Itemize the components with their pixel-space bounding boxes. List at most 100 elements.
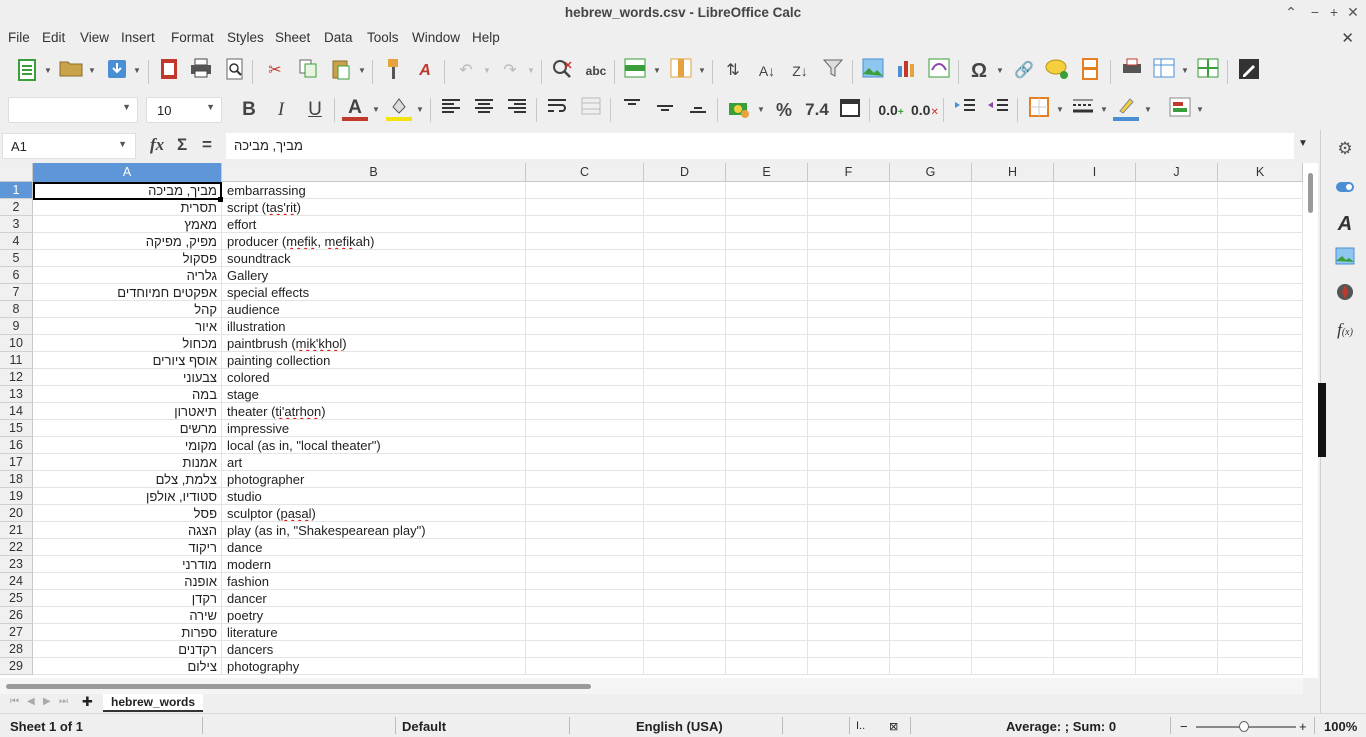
zoom-level[interactable]: 100% xyxy=(1324,719,1357,734)
empty-cell[interactable] xyxy=(1054,454,1136,471)
column-dropdown-icon[interactable]: ▼ xyxy=(698,58,706,84)
empty-cell[interactable] xyxy=(1218,182,1303,199)
autofill-handle[interactable] xyxy=(218,197,223,202)
empty-cell[interactable] xyxy=(890,573,972,590)
empty-cell[interactable] xyxy=(972,590,1054,607)
empty-cell[interactable] xyxy=(808,505,890,522)
empty-cell[interactable] xyxy=(890,471,972,488)
empty-cell[interactable] xyxy=(1054,641,1136,658)
cell-b[interactable]: studio xyxy=(222,488,526,505)
empty-cell[interactable] xyxy=(726,318,808,335)
empty-cell[interactable] xyxy=(1136,199,1218,216)
cell-a[interactable]: רקדן xyxy=(33,590,222,607)
cell-a[interactable]: מרשים xyxy=(33,420,222,437)
cell-a[interactable]: איור xyxy=(33,318,222,335)
empty-cell[interactable] xyxy=(1218,216,1303,233)
empty-cell[interactable] xyxy=(890,318,972,335)
document-modified-icon[interactable]: ⊠ xyxy=(889,720,898,733)
empty-cell[interactable] xyxy=(1136,182,1218,199)
redo-icon[interactable]: ↷ xyxy=(497,58,523,84)
clear-formatting-icon[interactable]: A xyxy=(412,58,438,84)
font-size-combo[interactable]: 10 ▼ xyxy=(146,97,222,123)
cell-a[interactable]: קהל xyxy=(33,301,222,318)
define-print-area-icon[interactable] xyxy=(1119,58,1145,84)
empty-cell[interactable] xyxy=(1218,522,1303,539)
empty-cell[interactable] xyxy=(526,556,644,573)
align-top-icon[interactable] xyxy=(619,97,645,123)
empty-cell[interactable] xyxy=(808,471,890,488)
cell-b[interactable]: sculptor (pasal) xyxy=(222,505,526,522)
percent-format-icon[interactable]: % xyxy=(771,97,797,123)
empty-cell[interactable] xyxy=(726,641,808,658)
empty-cell[interactable] xyxy=(526,641,644,658)
border-style-dropdown-icon[interactable]: ▼ xyxy=(1100,97,1108,123)
empty-cell[interactable] xyxy=(1136,471,1218,488)
empty-cell[interactable] xyxy=(890,522,972,539)
empty-cell[interactable] xyxy=(808,284,890,301)
empty-cell[interactable] xyxy=(972,301,1054,318)
cell-b[interactable]: art xyxy=(222,454,526,471)
empty-cell[interactable] xyxy=(644,403,726,420)
empty-cell[interactable] xyxy=(808,335,890,352)
empty-cell[interactable] xyxy=(890,403,972,420)
cell-a[interactable]: מקומי xyxy=(33,437,222,454)
empty-cell[interactable] xyxy=(526,199,644,216)
copy-icon[interactable] xyxy=(295,58,321,84)
cell-b[interactable]: painting collection xyxy=(222,352,526,369)
freeze-dropdown-icon[interactable]: ▼ xyxy=(1181,58,1189,84)
row-header[interactable]: 6 xyxy=(0,267,33,284)
empty-cell[interactable] xyxy=(972,505,1054,522)
empty-cell[interactable] xyxy=(1136,641,1218,658)
cell-b[interactable]: modern xyxy=(222,556,526,573)
cell-a[interactable]: אופנה xyxy=(33,573,222,590)
row-header[interactable]: 18 xyxy=(0,471,33,488)
empty-cell[interactable] xyxy=(1136,522,1218,539)
empty-cell[interactable] xyxy=(972,539,1054,556)
empty-cell[interactable] xyxy=(890,624,972,641)
empty-cell[interactable] xyxy=(1054,335,1136,352)
empty-cell[interactable] xyxy=(808,403,890,420)
column-header-f[interactable]: F xyxy=(808,163,890,182)
empty-cell[interactable] xyxy=(526,658,644,675)
cell-a[interactable]: מפיק, מפיקה xyxy=(33,233,222,250)
empty-cell[interactable] xyxy=(1218,352,1303,369)
sidebar-settings-icon[interactable]: ⚙ xyxy=(1333,137,1357,161)
empty-cell[interactable] xyxy=(890,437,972,454)
empty-cell[interactable] xyxy=(1218,267,1303,284)
empty-cell[interactable] xyxy=(972,488,1054,505)
column-header-j[interactable]: J xyxy=(1136,163,1218,182)
close-document-icon[interactable]: ✕ xyxy=(1341,29,1354,47)
row-header[interactable]: 5 xyxy=(0,250,33,267)
empty-cell[interactable] xyxy=(808,318,890,335)
empty-cell[interactable] xyxy=(526,182,644,199)
empty-cell[interactable] xyxy=(726,403,808,420)
cell-b[interactable]: soundtrack xyxy=(222,250,526,267)
cell-b[interactable]: producer (mefik, mefikah) xyxy=(222,233,526,250)
empty-cell[interactable] xyxy=(972,471,1054,488)
empty-cell[interactable] xyxy=(890,420,972,437)
empty-cell[interactable] xyxy=(526,267,644,284)
cell-a[interactable]: רקדנים xyxy=(33,641,222,658)
empty-cell[interactable] xyxy=(526,539,644,556)
empty-cell[interactable] xyxy=(1136,573,1218,590)
row-header[interactable]: 27 xyxy=(0,624,33,641)
properties-icon[interactable] xyxy=(1333,177,1357,201)
cell-a[interactable]: פסל xyxy=(33,505,222,522)
empty-cell[interactable] xyxy=(644,590,726,607)
empty-cell[interactable] xyxy=(1136,590,1218,607)
empty-cell[interactable] xyxy=(526,369,644,386)
empty-cell[interactable] xyxy=(1136,318,1218,335)
cut-icon[interactable]: ✂ xyxy=(262,58,288,84)
empty-cell[interactable] xyxy=(1136,216,1218,233)
empty-cell[interactable] xyxy=(1054,267,1136,284)
horizontal-scroll-thumb[interactable] xyxy=(6,684,591,689)
empty-cell[interactable] xyxy=(526,250,644,267)
empty-cell[interactable] xyxy=(808,488,890,505)
bold-icon[interactable]: B xyxy=(236,97,262,123)
cell-a[interactable]: גלריה xyxy=(33,267,222,284)
empty-cell[interactable] xyxy=(644,539,726,556)
empty-cell[interactable] xyxy=(972,607,1054,624)
cell-a[interactable]: סטודיו, אולפן xyxy=(33,488,222,505)
sort-ascending-icon[interactable]: A↓ xyxy=(754,58,780,84)
empty-cell[interactable] xyxy=(644,199,726,216)
